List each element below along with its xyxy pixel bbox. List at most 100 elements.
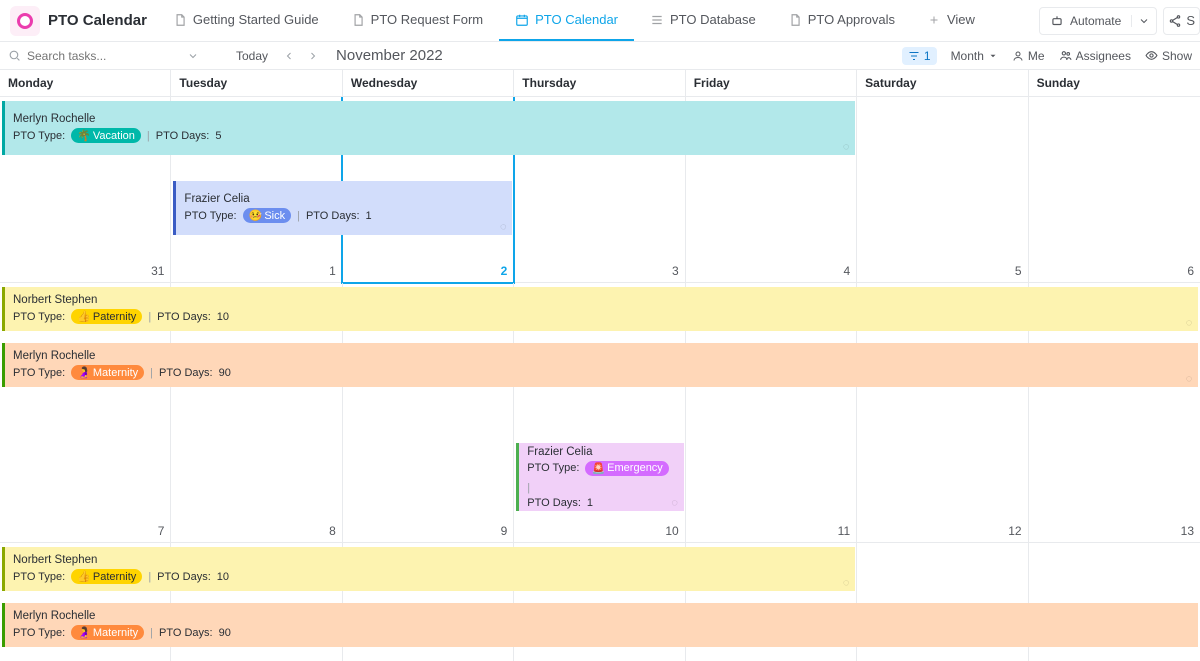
pto-type-label: PTO Type:: [13, 571, 65, 583]
view-mode-select[interactable]: Month: [951, 49, 998, 63]
pto-days-value: 90: [219, 367, 231, 379]
pto-type-pill: 🤰Maternity: [71, 625, 144, 640]
tab-add-view[interactable]: View: [911, 0, 991, 41]
pto-days-label: PTO Days:: [306, 210, 360, 222]
event-person: Norbert Stephen: [13, 554, 847, 566]
day-number: 5: [1015, 264, 1022, 278]
calendar-event[interactable]: Merlyn Rochelle PTO Type: 🤰Maternity | P…: [2, 603, 1198, 647]
day-number: 8: [329, 524, 336, 538]
event-person: Norbert Stephen: [13, 294, 1190, 306]
app-icon: [10, 6, 40, 36]
prev-month-button[interactable]: [280, 47, 298, 65]
day-number: 2: [501, 264, 508, 278]
pto-days-label: PTO Days:: [159, 367, 213, 379]
day-number: 6: [1187, 264, 1194, 278]
search-input[interactable]: [27, 49, 147, 63]
pto-type-label: PTO Type:: [13, 311, 65, 323]
event-person: Frazier Celia: [527, 446, 675, 458]
day-number: 13: [1181, 524, 1194, 538]
resize-handle-icon[interactable]: ◌: [841, 578, 851, 588]
me-filter[interactable]: Me: [1012, 49, 1045, 63]
app-title-wrap: PTO Calendar: [8, 0, 157, 41]
event-person: Merlyn Rochelle: [13, 350, 1190, 362]
day-number: 1: [329, 264, 336, 278]
pto-type-label: PTO Type:: [13, 130, 65, 142]
calendar-toolbar: Today November 2022 1 Month Me Assignees…: [0, 42, 1200, 70]
event-person: Merlyn Rochelle: [13, 113, 847, 125]
day-number: 11: [838, 524, 850, 538]
resize-handle-icon[interactable]: ◌: [670, 498, 680, 508]
tab-pto-calendar[interactable]: PTO Calendar: [499, 0, 634, 41]
pto-days-value: 10: [217, 311, 229, 323]
pto-type-pill: 🤒Sick: [243, 208, 291, 223]
calendar-icon: [515, 13, 529, 27]
week-row: 31 1 2 3 4 5 6 Merlyn Rochelle PTO Type:…: [0, 97, 1200, 283]
dayhead-sun: Sunday: [1029, 70, 1200, 96]
tab-request-form[interactable]: PTO Request Form: [335, 0, 499, 41]
pto-type-label: PTO Type:: [13, 627, 65, 639]
tab-label: PTO Database: [670, 12, 756, 27]
dayhead-wed: Wednesday: [343, 70, 514, 96]
pto-type-pill: 🤰Maternity: [71, 365, 144, 380]
day-number: 3: [672, 264, 679, 278]
day-number: 12: [1008, 524, 1021, 538]
form-icon: [351, 13, 365, 27]
pto-days-label: PTO Days:: [156, 130, 210, 142]
resize-handle-icon[interactable]: ◌: [1184, 318, 1194, 328]
pto-type-label: PTO Type:: [184, 210, 236, 222]
automate-button[interactable]: Automate: [1039, 7, 1157, 35]
calendar-event[interactable]: Frazier Celia PTO Type: 🤒Sick | PTO Days…: [173, 181, 512, 235]
tab-label: View: [947, 12, 975, 27]
calendar-event[interactable]: Norbert Stephen PTO Type: 👍Paternity | P…: [2, 287, 1198, 331]
resize-handle-icon[interactable]: ◌: [1184, 374, 1194, 384]
pto-days-value: 90: [219, 627, 231, 639]
dayhead-thu: Thursday: [514, 70, 685, 96]
doc-icon: [173, 13, 187, 27]
day-number: 7: [158, 524, 165, 538]
resize-handle-icon[interactable]: ◌: [498, 222, 508, 232]
view-tab-bar: PTO Calendar Getting Started Guide PTO R…: [0, 0, 1200, 42]
calendar-event[interactable]: Merlyn Rochelle PTO Type: 🤰Maternity | P…: [2, 343, 1198, 387]
share-label: S: [1186, 13, 1195, 28]
pto-type-label: PTO Type:: [527, 462, 579, 474]
dayhead-sat: Saturday: [857, 70, 1028, 96]
resize-handle-icon[interactable]: ◌: [841, 142, 851, 152]
tab-label: PTO Calendar: [535, 12, 618, 27]
robot-icon: [1050, 14, 1064, 28]
pto-days-label: PTO Days:: [157, 571, 211, 583]
show-menu[interactable]: Show: [1145, 49, 1192, 63]
next-month-button[interactable]: [304, 47, 322, 65]
pto-days-label: PTO Days:: [527, 497, 581, 509]
pto-type-label: PTO Type:: [13, 367, 65, 379]
pto-type-pill: 🚨Emergency: [585, 461, 668, 476]
assignees-filter[interactable]: Assignees: [1059, 49, 1131, 63]
tab-approvals[interactable]: PTO Approvals: [772, 0, 911, 41]
person-icon: [1012, 50, 1024, 62]
tab-label: PTO Approvals: [808, 12, 895, 27]
filter-chip[interactable]: 1: [902, 47, 937, 65]
tab-database[interactable]: PTO Database: [634, 0, 772, 41]
pto-days-value: 1: [587, 497, 593, 509]
pto-type-pill: 👍Paternity: [71, 569, 142, 584]
search-icon: [8, 49, 21, 62]
calendar-event[interactable]: Merlyn Rochelle PTO Type: 🌴Vacation | PT…: [2, 101, 855, 155]
calendar-event[interactable]: Norbert Stephen PTO Type: 👍Paternity | P…: [2, 547, 855, 591]
search-wrap: [8, 49, 178, 63]
tab-getting-started[interactable]: Getting Started Guide: [157, 0, 335, 41]
calendar-event[interactable]: Frazier Celia PTO Type: 🚨Emergency | PTO…: [516, 443, 683, 511]
doc-icon: [788, 13, 802, 27]
search-filter-chevron[interactable]: [184, 47, 202, 65]
eye-icon: [1145, 49, 1158, 62]
automate-label: Automate: [1070, 14, 1121, 28]
day-number: 9: [501, 524, 508, 538]
share-button[interactable]: S: [1163, 7, 1200, 35]
dayhead-mon: Monday: [0, 70, 171, 96]
day-header-row: Monday Tuesday Wednesday Thursday Friday…: [0, 70, 1200, 97]
day-number: 4: [843, 264, 850, 278]
plus-icon: [927, 13, 941, 27]
today-button[interactable]: Today: [230, 47, 274, 65]
pto-days-value: 5: [215, 130, 221, 142]
filter-count: 1: [924, 49, 931, 63]
pto-days-value: 1: [366, 210, 372, 222]
pto-days-label: PTO Days:: [159, 627, 213, 639]
